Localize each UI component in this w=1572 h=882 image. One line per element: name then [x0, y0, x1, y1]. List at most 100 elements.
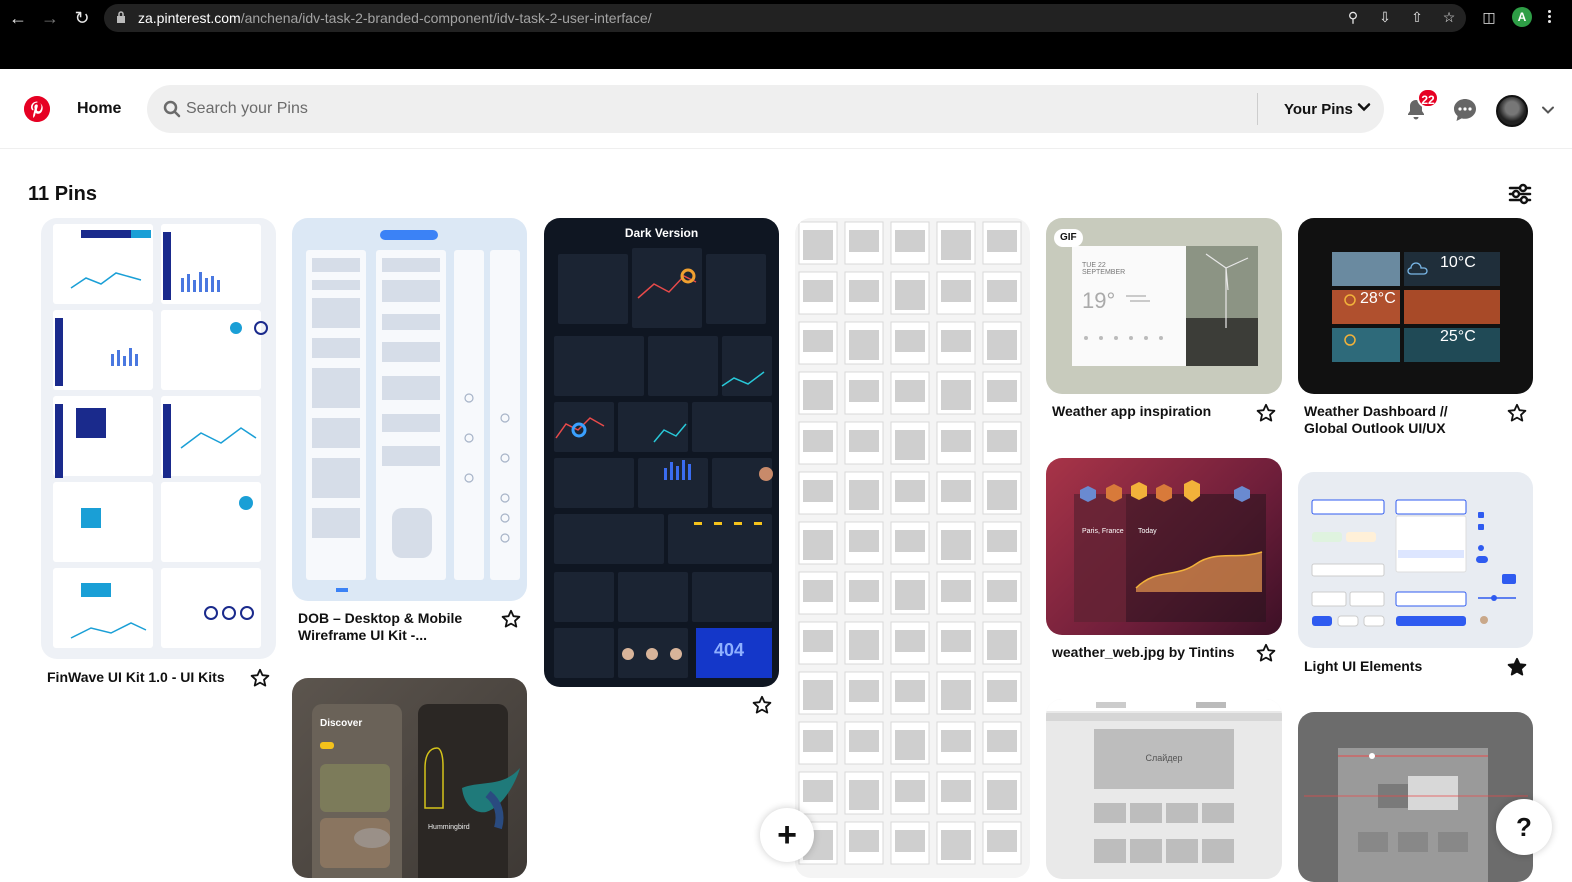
filter-sliders-icon[interactable] [1508, 183, 1532, 205]
back-icon[interactable]: ← [8, 8, 28, 28]
wireframe-kit-thumbnail [306, 230, 520, 592]
pin-image-discover-app[interactable]: Discover Hummingbird [292, 678, 527, 878]
wireframe-block [803, 380, 833, 410]
share-icon[interactable]: ⇧ [1408, 8, 1426, 26]
wireframe-block [895, 680, 925, 702]
pin-title[interactable]: FinWave UI Kit 1.0 - UI Kits [47, 669, 237, 686]
pin-title[interactable]: Weather Dashboard // Global Outlook UI/U… [1304, 403, 1494, 437]
save-star-icon[interactable] [1256, 643, 1276, 663]
wireframe-block [987, 580, 1017, 602]
pin-image-wireframe-grid[interactable] [795, 218, 1030, 878]
home-nav-link[interactable]: Home [77, 100, 121, 118]
wireframe-block [803, 780, 833, 802]
wireframe-block [895, 780, 925, 802]
bookmark-star-icon[interactable]: ☆ [1440, 8, 1458, 26]
wireframe-block [987, 530, 1017, 552]
pins-count-heading: 11 Pins [28, 183, 97, 205]
dash-temp-3: 25°C [1440, 328, 1476, 345]
wireframe-block [941, 630, 971, 652]
wireframe-block [895, 330, 925, 352]
pin-image-finwave[interactable] [41, 218, 276, 659]
browser-profile-avatar[interactable]: A [1512, 7, 1532, 27]
site-header: Home Search your Pins Your Pins 22 [0, 69, 1572, 149]
wireframe-block [849, 530, 879, 552]
wireframe-block [849, 780, 879, 810]
save-star-icon[interactable] [752, 695, 772, 715]
wireframe-block [849, 480, 879, 510]
chevron-down-icon[interactable] [1357, 100, 1371, 114]
wireframe-block [987, 430, 1017, 452]
reload-icon[interactable]: ↻ [72, 8, 92, 28]
weather-dashboard-thumbnail [1332, 252, 1500, 362]
save-star-icon[interactable] [1507, 403, 1527, 423]
wireframe-block [803, 730, 833, 752]
install-icon[interactable]: ⇩ [1376, 8, 1394, 26]
pin-image-slider-wireframe[interactable]: Слайдер [1046, 699, 1282, 879]
pin-title[interactable]: DOB – Desktop & Mobile Wireframe UI Kit … [298, 610, 494, 644]
wireframe-block [895, 480, 925, 502]
weather-web-thumbnail [1074, 480, 1266, 622]
wireframe-block [803, 530, 833, 560]
wireframe-block [941, 480, 971, 502]
browser-menu-icon[interactable] [1544, 8, 1554, 28]
wireframe-block [895, 730, 925, 760]
user-avatar[interactable] [1496, 95, 1528, 127]
pin-title[interactable]: Weather app inspiration [1052, 403, 1242, 420]
wireframe-block [895, 230, 925, 252]
wireframe-block [849, 380, 879, 402]
wireframe-block [987, 730, 1017, 752]
pin-image-light-ui[interactable] [1298, 472, 1533, 648]
address-bar[interactable]: za.pinterest.com/anchena/idv-task-2-bran… [104, 4, 1466, 32]
save-star-icon[interactable] [1256, 403, 1276, 423]
forward-icon[interactable]: → [40, 8, 60, 28]
pin-image-weather-web[interactable]: Paris, France Today [1046, 458, 1282, 635]
help-button[interactable]: ? [1496, 799, 1552, 855]
wireframe-block [941, 780, 971, 802]
wireframe-block [895, 530, 925, 552]
wireframe-block [987, 230, 1017, 252]
slider-wireframe-thumbnail [1046, 699, 1282, 863]
wireframe-block [849, 280, 879, 302]
weather-date: TUE 22 SEPTEMBER [1082, 262, 1126, 276]
wireframe-block [987, 780, 1017, 810]
dash-temp-2: 28°C [1360, 290, 1396, 307]
pin-image-dob-wireframe[interactable] [292, 218, 527, 601]
wireframe-block [849, 730, 879, 752]
wireframe-block [987, 630, 1017, 660]
wireframe-block [987, 330, 1017, 360]
browser-chrome: ← → ↻ za.pinterest.com/anchena/idv-task-… [0, 0, 1572, 69]
wireframe-block [987, 830, 1017, 852]
discover-heading: Discover [320, 718, 363, 729]
pin-title[interactable]: Light UI Elements [1304, 658, 1494, 675]
wireframe-block [895, 830, 925, 852]
pin-image-dark-wireframe[interactable] [1298, 712, 1533, 882]
discover-app-thumbnail [312, 704, 520, 878]
pin-title[interactable]: weather_web.jpg by Tintins [1052, 644, 1252, 661]
wireframe-block [941, 830, 971, 860]
key-icon[interactable]: ⚲ [1344, 8, 1362, 26]
pin-image-dark-version[interactable]: Dark Version 404 [544, 218, 779, 687]
wireframe-block [895, 580, 925, 610]
search-bar[interactable]: Search your Pins Your Pins [147, 85, 1384, 133]
search-input[interactable]: Search your Pins [186, 100, 308, 118]
sidepanel-icon[interactable]: ◫ [1480, 8, 1498, 26]
pin-overlay-text: Dark Version [624, 226, 699, 240]
wireframe-block [803, 230, 833, 260]
save-star-icon[interactable] [501, 609, 521, 629]
pin-image-weather-app[interactable]: TUE 22 SEPTEMBER 19° [1046, 218, 1282, 394]
pin-image-weather-dashboard[interactable]: 10°C 28°C 25°C [1298, 218, 1533, 394]
account-chevron-down-icon[interactable] [1541, 103, 1555, 117]
save-star-icon[interactable] [250, 668, 270, 688]
pinterest-logo-icon[interactable] [24, 96, 50, 122]
wireframe-block [941, 680, 971, 710]
wireframe-block [895, 280, 925, 310]
wireframe-block [803, 330, 833, 352]
messages-icon[interactable] [1452, 97, 1478, 123]
dash-temp-1: 10°C [1440, 254, 1476, 271]
saved-star-icon[interactable] [1507, 657, 1527, 677]
your-pins-filter[interactable]: Your Pins [1284, 101, 1353, 118]
search-divider [1257, 93, 1258, 125]
create-pin-button[interactable]: + [760, 808, 814, 862]
lock-icon [117, 11, 125, 23]
gif-badge: GIF [1054, 229, 1083, 247]
